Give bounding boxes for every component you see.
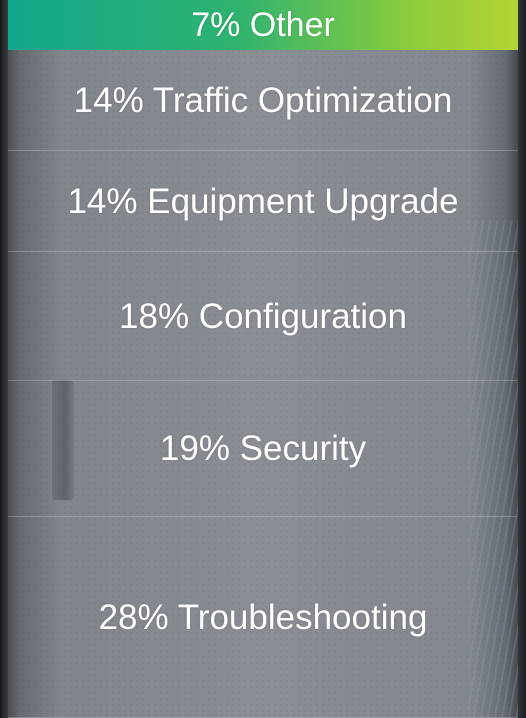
stacked-bar-chart: 7% Other 14% Traffic Optimization 14% Equi… (8, 0, 518, 718)
bar-segment-configuration: 18% Configuration (8, 252, 518, 381)
data-label: 7% Other (191, 6, 335, 44)
chart-scene: 7% Other 14% Traffic Optimization 14% Equi… (0, 0, 526, 718)
bar-segment-traffic-optimization: 14% Traffic Optimization (8, 50, 518, 151)
bar-segment-other: 7% Other (8, 0, 518, 50)
data-label: 14% Equipment Upgrade (67, 181, 459, 221)
bar-segment-equipment-upgrade: 14% Equipment Upgrade (8, 151, 518, 252)
data-label: 14% Traffic Optimization (73, 80, 453, 120)
data-label: 18% Configuration (119, 296, 407, 336)
bar-segment-security: 19% Security (8, 381, 518, 517)
bar-segment-troubleshooting: 28% Troubleshooting (8, 517, 518, 718)
data-label: 28% Troubleshooting (98, 597, 428, 637)
data-label: 19% Security (159, 429, 367, 468)
